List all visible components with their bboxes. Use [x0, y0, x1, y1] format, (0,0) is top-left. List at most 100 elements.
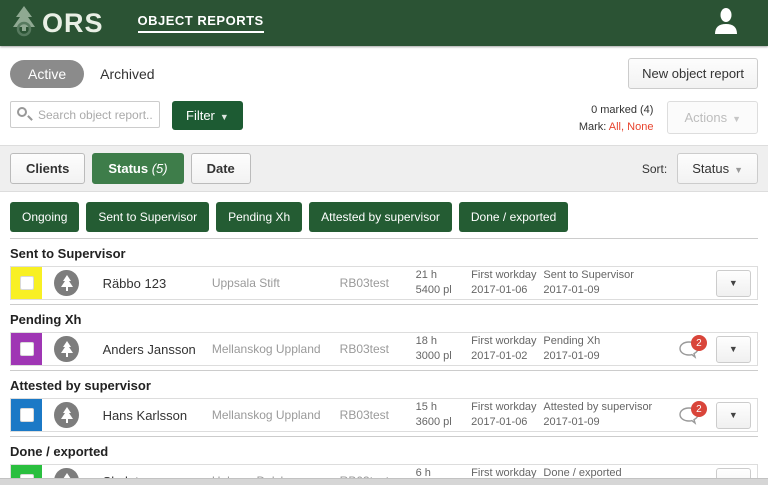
- dropdown-arrow-icon: ▼: [728, 410, 738, 420]
- search-input[interactable]: [10, 101, 160, 128]
- row-checkbox[interactable]: [19, 342, 34, 356]
- client-name: Mellanskog Uppland: [211, 342, 321, 356]
- status-text: Sent to Supervisor: [543, 269, 634, 282]
- mark-none-link[interactable]: None: [627, 121, 653, 133]
- status-date: 2017-01-09: [543, 350, 600, 362]
- search-icon: [17, 107, 27, 117]
- tree-logo-icon: [10, 5, 38, 42]
- hours-volume: 15 h 3600 pl: [416, 400, 472, 430]
- filter-tab-clients[interactable]: Clients: [10, 153, 86, 184]
- mark-links: Mark: All, None: [579, 119, 654, 136]
- first-workday: First workday 2017-01-06: [471, 268, 543, 298]
- mark-all-link[interactable]: All: [609, 121, 621, 133]
- row-checkbox[interactable]: [19, 276, 34, 290]
- hours: 18 h: [415, 335, 438, 348]
- chevron-down-icon: ▼: [732, 114, 741, 124]
- bottom-strip: [0, 478, 768, 485]
- user-profile-icon[interactable]: [714, 7, 738, 39]
- workday-label: First workday: [471, 335, 537, 348]
- dropdown-arrow-icon: ▼: [728, 278, 738, 288]
- chip-sent-to-supervisor[interactable]: Sent to Supervisor: [86, 202, 210, 232]
- hours-volume: 21 h 5400 pl: [416, 268, 472, 298]
- actions-button[interactable]: Actions ▼: [667, 101, 758, 134]
- new-object-report-button[interactable]: New object report: [628, 58, 758, 89]
- mark-label: Mark:: [578, 120, 607, 133]
- filter-button[interactable]: Filter ▼: [172, 101, 243, 130]
- row-status: Pending Xh 2017-01-09: [543, 334, 675, 364]
- hours: 15 h: [415, 401, 438, 414]
- client-name: Mellanskog Uppland: [211, 408, 321, 422]
- report-name[interactable]: Anders Jansson: [103, 342, 212, 357]
- avatar: [54, 402, 79, 428]
- app-logo[interactable]: ORS: [10, 5, 104, 42]
- workday-label: First workday: [471, 401, 537, 414]
- volume: 3600 pl: [415, 416, 452, 428]
- filter-tab-date[interactable]: Date: [190, 153, 251, 184]
- row-status: Attested by supervisor 2017-01-09: [543, 400, 675, 430]
- sort-label: Sort:: [641, 161, 668, 176]
- object-code: RB03test: [339, 408, 390, 422]
- filter-tab-date-label: Date: [206, 161, 235, 176]
- comment-cell: [675, 269, 716, 297]
- row-dropdown-button[interactable]: ▼: [715, 335, 751, 363]
- first-workday: First workday 2017-01-02: [471, 334, 543, 364]
- volume: 3000 pl: [415, 350, 452, 362]
- chip-done-exported[interactable]: Done / exported: [458, 202, 569, 232]
- table-row[interactable]: Räbbo 123 Uppsala Stift RB03test 21 h 54…: [10, 266, 758, 300]
- status-text: Attested by supervisor: [543, 401, 653, 414]
- row-status: Sent to Supervisor 2017-01-09: [543, 268, 675, 298]
- chip-attested-by-supervisor[interactable]: Attested by supervisor: [309, 202, 452, 232]
- table-row[interactable]: Anders Jansson Mellanskog Uppland RB03te…: [10, 332, 758, 366]
- comment-count-badge: 2: [690, 401, 707, 417]
- report-group: Sent to Supervisor Räbbo 123 Uppsala Sti…: [10, 238, 758, 300]
- row-checkbox[interactable]: [19, 408, 34, 422]
- first-workday: First workday 2017-01-06: [471, 400, 543, 430]
- workday-date: 2017-01-02: [471, 350, 528, 362]
- logo-text: ORS: [42, 7, 104, 38]
- workday-label: First workday: [471, 269, 537, 282]
- chip-pending-xh[interactable]: Pending Xh: [216, 202, 303, 232]
- comment-cell[interactable]: 2: [675, 401, 716, 429]
- workday-date: 2017-01-06: [471, 416, 528, 428]
- group-title: Pending Xh: [10, 304, 758, 332]
- filter-tab-clients-label: Clients: [26, 161, 70, 176]
- sort-control: Sort: Status ▼: [642, 153, 758, 184]
- table-row[interactable]: Hans Karlsson Mellanskog Uppland RB03tes…: [10, 398, 758, 432]
- tab-active[interactable]: Active: [10, 59, 85, 88]
- hours: 21 h: [415, 269, 438, 282]
- row-dropdown-button[interactable]: ▼: [715, 401, 751, 429]
- chevron-down-icon: ▼: [734, 165, 743, 175]
- row-dropdown-button[interactable]: ▼: [715, 269, 751, 297]
- status-color-cell[interactable]: [11, 399, 43, 431]
- tree-icon: [60, 341, 73, 357]
- chevron-down-icon: ▼: [219, 112, 229, 122]
- report-name[interactable]: Hans Karlsson: [103, 408, 212, 423]
- marked-summary: 0 marked (4) Mark: All, None: [579, 101, 654, 135]
- filter-tab-status-count: (5): [151, 161, 168, 176]
- dropdown-arrow-icon: ▼: [728, 344, 738, 354]
- chip-ongoing[interactable]: Ongoing: [10, 202, 80, 232]
- group-title: Done / exported: [10, 436, 758, 464]
- comment-count-badge: 2: [690, 335, 707, 351]
- nav-object-reports[interactable]: OBJECT REPORTS: [137, 13, 264, 33]
- status-color-cell[interactable]: [11, 333, 43, 365]
- volume: 5400 pl: [415, 284, 452, 296]
- status-color-cell[interactable]: [11, 267, 43, 299]
- mark-separator: ,: [621, 120, 625, 133]
- avatar: [54, 270, 79, 296]
- tab-archived[interactable]: Archived: [100, 66, 154, 82]
- status-date: 2017-01-09: [543, 416, 600, 428]
- comment-cell[interactable]: 2: [675, 335, 716, 363]
- filter-tab-status[interactable]: Status (5): [92, 153, 184, 184]
- filter-button-label: Filter: [186, 108, 215, 123]
- report-group: Pending Xh Anders Jansson Mellanskog Upp…: [10, 304, 758, 366]
- group-title: Attested by supervisor: [10, 370, 758, 398]
- search-actions-row: Filter ▼ 0 marked (4) Mark: All, None Act…: [0, 99, 768, 145]
- sort-value: Status: [692, 161, 730, 176]
- status-date: 2017-01-09: [543, 284, 600, 296]
- sort-dropdown[interactable]: Status ▼: [677, 153, 758, 184]
- report-name[interactable]: Räbbo 123: [103, 276, 212, 291]
- filter-tab-status-label: Status: [108, 161, 152, 176]
- search-box: [10, 101, 160, 128]
- app-header: ORS OBJECT REPORTS: [0, 0, 768, 46]
